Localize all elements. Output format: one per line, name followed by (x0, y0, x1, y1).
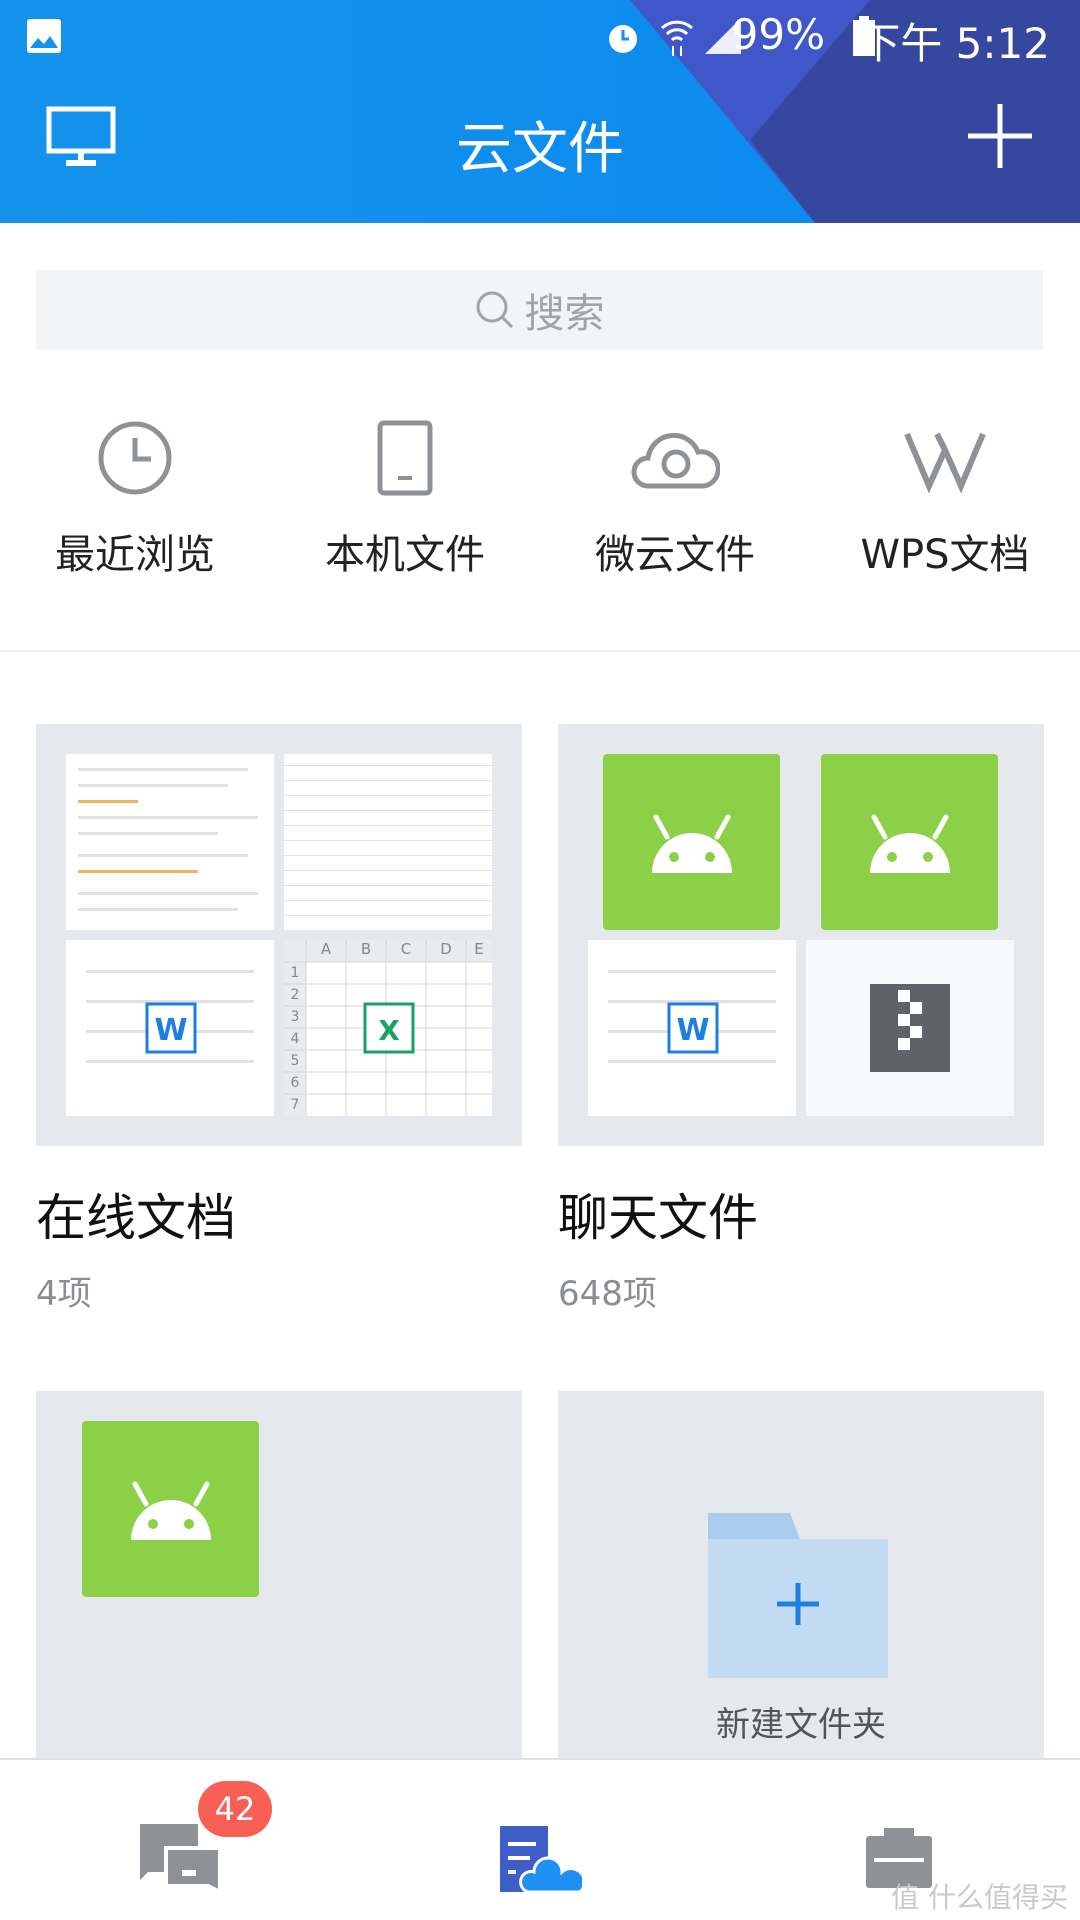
col-header: E (474, 940, 484, 958)
image-icon (27, 19, 61, 53)
row-header: 1 (290, 965, 300, 981)
apk-thumbnail (603, 754, 780, 930)
cloud-icon (631, 432, 721, 489)
unread-badge: 42 (198, 1781, 272, 1837)
wps-icon (904, 432, 986, 494)
col-header: B (360, 940, 372, 958)
apk-thumbnail (82, 1421, 259, 1597)
doc-thumbnail (66, 754, 274, 930)
new-folder-card[interactable]: 新建文件夹 (558, 1391, 1044, 1758)
folder-count: 648项 (558, 1274, 657, 1314)
row-header: 7 (290, 1097, 300, 1113)
quick-weiyun[interactable]: 微云文件 (540, 420, 810, 580)
folder-card-online-docs[interactable]: W A B C D E 1 2 3 4 5 6 7 X (36, 724, 522, 1146)
wifi-icon (660, 20, 694, 56)
clock-icon (98, 421, 172, 495)
phone-icon (377, 420, 433, 496)
quick-local[interactable]: 本机文件 (270, 420, 540, 580)
col-header: D (440, 940, 452, 958)
word-icon: W (145, 1002, 197, 1054)
new-folder-icon (708, 1513, 888, 1678)
folder-title[interactable]: 聊天文件 (558, 1178, 758, 1250)
android-icon (130, 1481, 211, 1540)
alarm-icon (609, 25, 637, 53)
word-thumbnail: W (588, 940, 796, 1116)
app-header: 99% 下午 5:12 云文件 (0, 0, 1080, 223)
battery-percent: 99% (731, 10, 825, 59)
excel-icon: X (363, 1002, 415, 1054)
cloud-files-icon[interactable] (500, 1826, 582, 1892)
search-placeholder: 搜索 (524, 291, 605, 337)
watermark: 值 什么值得买 (891, 1881, 1068, 1914)
divider (0, 650, 1080, 652)
row-headers: 1 2 3 4 5 6 7 (284, 962, 306, 1116)
quick-label: 最近浏览 (55, 532, 215, 578)
quick-label: WPS文档 (860, 532, 1030, 578)
excel-thumbnail: A B C D E 1 2 3 4 5 6 7 X (284, 940, 492, 1116)
col-header: A (320, 940, 332, 958)
svg-text:X: X (378, 1014, 400, 1047)
quick-recent[interactable]: 最近浏览 (0, 420, 270, 580)
quick-wps[interactable]: WPS文档 (810, 420, 1080, 580)
zip-thumbnail (806, 940, 1014, 1116)
svg-text:W: W (676, 1013, 709, 1048)
row-header: 2 (290, 987, 300, 1003)
row-header: 5 (290, 1053, 300, 1069)
row-header: 3 (290, 1009, 300, 1025)
svg-text:W: W (154, 1013, 187, 1048)
status-bar: 99% 下午 5:12 (0, 0, 1080, 72)
row-header: 4 (290, 1031, 300, 1047)
clock-time: 下午 5:12 (858, 19, 1050, 68)
folder-title[interactable]: 在线文档 (36, 1178, 236, 1250)
word-thumbnail: W (66, 940, 274, 1116)
sheet-thumbnail (284, 754, 492, 930)
plus-icon[interactable] (968, 104, 1032, 168)
apk-thumbnail (821, 754, 998, 930)
column-headers: A B C D E (306, 940, 492, 958)
android-icon (651, 814, 732, 873)
new-folder-label: 新建文件夹 (716, 1705, 886, 1745)
page-title: 云文件 (456, 117, 624, 182)
folder-card-chat-files[interactable]: W (558, 724, 1044, 1146)
word-icon: W (667, 1002, 719, 1054)
search-icon (476, 291, 513, 329)
android-icon (869, 814, 950, 873)
folder-card[interactable] (36, 1391, 522, 1758)
zip-icon (870, 984, 950, 1072)
quick-label: 微云文件 (595, 532, 755, 578)
row-header: 6 (290, 1075, 300, 1091)
search-input[interactable]: 搜索 (36, 270, 1043, 350)
folder-count: 4项 (36, 1274, 92, 1314)
col-header: C (400, 940, 412, 958)
quick-label: 本机文件 (325, 532, 485, 578)
